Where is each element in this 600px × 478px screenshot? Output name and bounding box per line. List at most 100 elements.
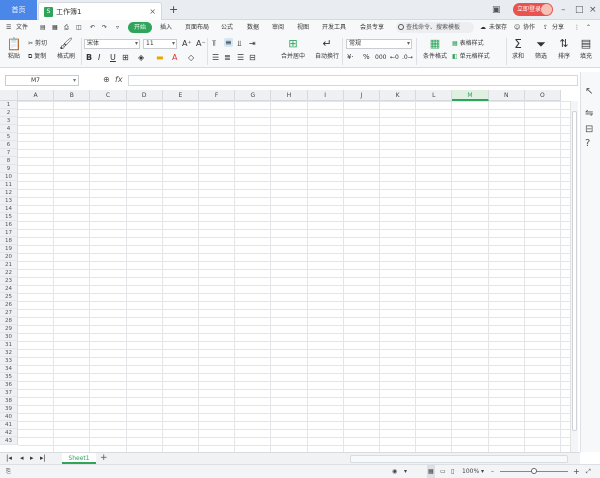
view-mode-icon[interactable]: ▾ xyxy=(404,465,407,478)
menu-formulas[interactable]: 公式 xyxy=(221,20,233,35)
format-painter-button[interactable]: 🖌 格式刷 xyxy=(54,37,78,60)
fill-button[interactable]: ▤ 填充 xyxy=(576,37,596,60)
row-header[interactable]: 30 xyxy=(0,333,18,341)
last-sheet-icon[interactable]: ▸| xyxy=(40,453,46,464)
zoom-icon[interactable]: ⊕ xyxy=(103,75,110,84)
currency-icon[interactable]: ¥· xyxy=(347,53,354,62)
increase-decimal-icon[interactable]: ←0 xyxy=(390,53,399,62)
export-icon[interactable]: ▦ xyxy=(52,20,58,35)
cell-area[interactable] xyxy=(18,101,574,452)
align-center-icon[interactable]: ≣ xyxy=(224,53,231,62)
row-header[interactable]: 9 xyxy=(0,165,18,173)
align-left-icon[interactable]: ☰ xyxy=(212,53,219,62)
row-header[interactable]: 39 xyxy=(0,405,18,413)
column-header[interactable]: L xyxy=(416,90,453,101)
more-icon[interactable]: ⋮ xyxy=(574,20,580,35)
row-header[interactable]: 26 xyxy=(0,301,18,309)
conditional-format-button[interactable]: ▦ 条件格式 xyxy=(420,37,450,60)
row-header[interactable]: 15 xyxy=(0,213,18,221)
menu-icon[interactable]: ☰ xyxy=(6,20,11,35)
column-header[interactable]: F xyxy=(199,90,236,101)
window-layout-icon[interactable]: ▣ xyxy=(492,0,501,20)
redo-icon[interactable]: ↷ xyxy=(102,20,107,35)
column-header[interactable]: M xyxy=(452,90,489,101)
row-header[interactable]: 2 xyxy=(0,109,18,117)
cell-style-button[interactable]: ◧ 单元格样式 xyxy=(452,52,490,61)
clear-format-icon[interactable]: ◇ xyxy=(188,53,194,62)
zoom-dropdown-icon[interactable]: ▾ xyxy=(481,465,484,478)
login-button[interactable]: 立即登录 xyxy=(513,3,553,16)
column-header[interactable]: G xyxy=(235,90,272,101)
paste-button[interactable]: 📋 粘贴 xyxy=(4,37,24,60)
fx-icon[interactable]: fx xyxy=(115,75,123,84)
row-header[interactable]: 7 xyxy=(0,149,18,157)
row-header[interactable]: 41 xyxy=(0,421,18,429)
row-header[interactable]: 43 xyxy=(0,437,18,445)
zoom-in-button[interactable]: + xyxy=(573,465,580,478)
bold-button[interactable]: B xyxy=(86,53,92,62)
unsaved-status[interactable]: 未保存 xyxy=(489,20,507,35)
row-header[interactable]: 32 xyxy=(0,349,18,357)
percent-icon[interactable]: % xyxy=(363,53,370,62)
save-icon[interactable]: ▤ xyxy=(40,20,46,35)
sort-button[interactable]: ⇅ 排序 xyxy=(554,37,574,60)
column-header[interactable]: A xyxy=(18,90,55,101)
column-header[interactable]: O xyxy=(524,90,561,101)
column-header[interactable]: J xyxy=(343,90,380,101)
highlight-icon[interactable]: ▬ xyxy=(156,53,164,62)
name-box[interactable]: M7 xyxy=(5,75,79,86)
align-top-icon[interactable]: ⫪ xyxy=(212,39,217,48)
fullscreen-icon[interactable]: ⤢ xyxy=(586,465,591,478)
row-header[interactable]: 27 xyxy=(0,309,18,317)
close-window-icon[interactable]: × xyxy=(589,0,597,20)
row-header[interactable]: 10 xyxy=(0,173,18,181)
row-header[interactable]: 4 xyxy=(0,125,18,133)
customize-icon[interactable]: ▿ xyxy=(116,20,119,35)
formula-input[interactable] xyxy=(128,75,578,86)
italic-button[interactable]: I xyxy=(98,53,100,62)
prev-sheet-icon[interactable]: ◂ xyxy=(20,453,24,464)
menu-data[interactable]: 数据 xyxy=(247,20,259,35)
add-sheet-button[interactable]: + xyxy=(100,453,108,464)
menu-home[interactable]: 开始 xyxy=(128,22,153,33)
properties-icon[interactable]: ⇋ xyxy=(585,108,593,119)
row-header[interactable]: 36 xyxy=(0,381,18,389)
row-header[interactable]: 20 xyxy=(0,253,18,261)
font-family-select[interactable]: 宋体 xyxy=(84,39,140,49)
macro-icon[interactable]: ⎘ xyxy=(6,465,11,478)
align-middle-icon[interactable]: ≡ xyxy=(224,38,233,47)
row-header[interactable]: 38 xyxy=(0,397,18,405)
row-header[interactable]: 5 xyxy=(0,133,18,141)
undo-icon[interactable]: ↶ xyxy=(90,20,95,35)
close-tab-icon[interactable]: × xyxy=(149,3,156,21)
row-header[interactable]: 23 xyxy=(0,277,18,285)
row-header[interactable]: 35 xyxy=(0,373,18,381)
cursor-icon[interactable]: ↖ xyxy=(585,86,593,97)
zoom-out-button[interactable]: – xyxy=(491,465,494,478)
row-header[interactable]: 33 xyxy=(0,357,18,365)
row-header[interactable]: 12 xyxy=(0,189,18,197)
filter-button[interactable]: ⏷ 筛选 xyxy=(530,37,552,60)
row-header[interactable]: 31 xyxy=(0,341,18,349)
row-header[interactable]: 28 xyxy=(0,317,18,325)
row-header[interactable]: 13 xyxy=(0,197,18,205)
row-header[interactable]: 8 xyxy=(0,157,18,165)
row-header[interactable]: 37 xyxy=(0,389,18,397)
menu-page-layout[interactable]: 页面布局 xyxy=(185,20,209,35)
page-break-view-icon[interactable]: ▯ xyxy=(451,465,454,478)
row-header[interactable]: 17 xyxy=(0,229,18,237)
row-header[interactable]: 42 xyxy=(0,429,18,437)
wrap-text-button[interactable]: ↵ 自动换行 xyxy=(312,37,342,60)
align-bottom-icon[interactable]: ⫫ xyxy=(237,39,242,48)
menu-file[interactable]: 文件 xyxy=(16,20,28,35)
collapse-ribbon-icon[interactable]: ⌃ xyxy=(586,20,591,35)
font-size-select[interactable]: 11 xyxy=(143,39,177,49)
first-sheet-icon[interactable]: |◂ xyxy=(6,453,12,464)
select-all-corner[interactable] xyxy=(0,90,18,101)
data-icon[interactable]: ⊟ xyxy=(585,124,593,135)
next-sheet-icon[interactable]: ▸ xyxy=(30,453,34,464)
thousands-icon[interactable]: 000 xyxy=(375,53,386,62)
new-tab-button[interactable]: + xyxy=(169,0,178,20)
number-format-select[interactable]: 常规 xyxy=(346,39,412,49)
command-search[interactable]: 查找命令、搜索模板 xyxy=(396,22,474,33)
